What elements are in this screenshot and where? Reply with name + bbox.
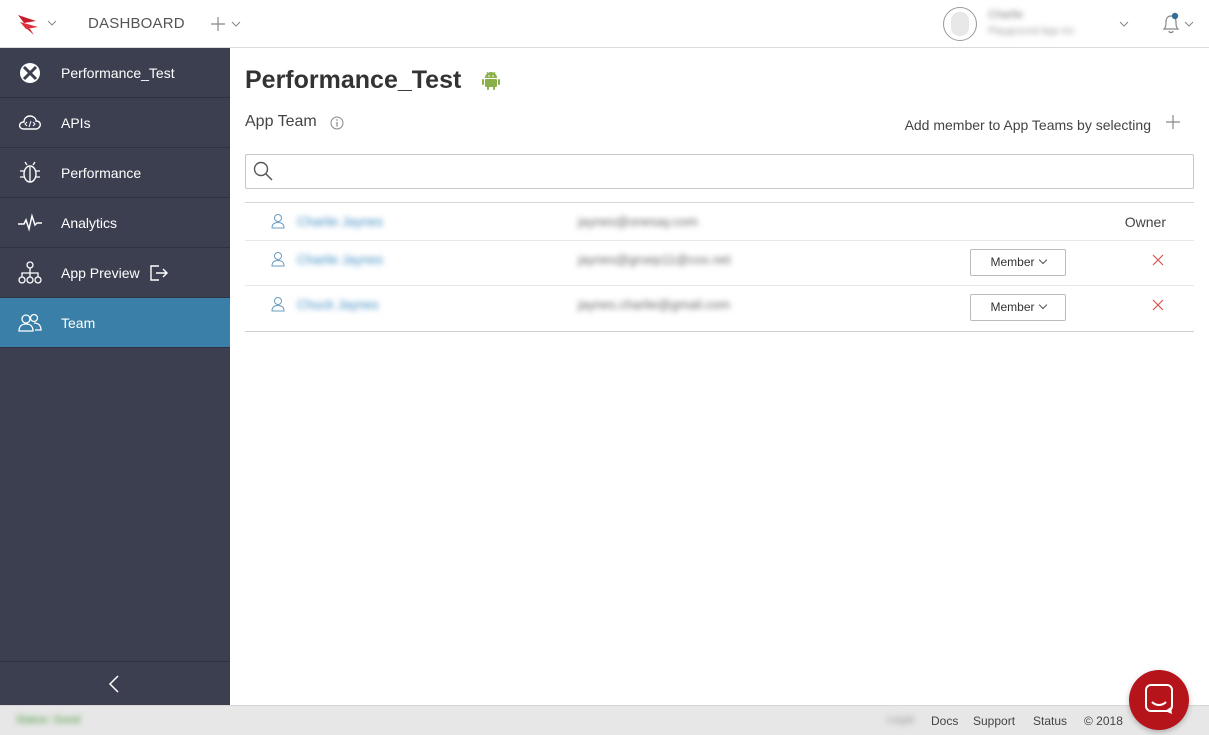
chevron-left-icon[interactable]: [108, 674, 120, 694]
chevron-down-icon[interactable]: [231, 20, 241, 28]
role-dropdown[interactable]: Member: [970, 294, 1066, 321]
role-dropdown-value: Member: [990, 300, 1035, 314]
footer: Status: Good Legal Docs Support Status ©…: [0, 705, 1209, 735]
role-dropdown[interactable]: Member: [970, 249, 1066, 276]
sidebar-item-apis[interactable]: APIs: [0, 98, 230, 148]
person-icon: [271, 214, 285, 229]
chevron-down-icon[interactable]: [47, 19, 57, 27]
sidebar-item-label: Analytics: [61, 215, 118, 231]
member-email: jaynes@onesay.com: [578, 214, 698, 229]
brand-logo-icon[interactable]: [16, 11, 42, 37]
user-org: Playground App Inc: [988, 26, 1075, 37]
person-icon: [271, 252, 285, 267]
add-member-button[interactable]: [1165, 114, 1181, 130]
docs-link[interactable]: Docs: [931, 714, 958, 728]
member-name[interactable]: Charlie Jaynes: [297, 252, 383, 267]
chat-launcher-button[interactable]: [1129, 670, 1189, 730]
avatar[interactable]: [943, 7, 977, 41]
member-email: jaynes@groep11@cox.net: [578, 252, 731, 267]
footer-link[interactable]: Legal: [887, 714, 914, 726]
member-email: jaynes.charlie@gmail.com: [578, 297, 730, 312]
section-title: App Team: [245, 113, 317, 130]
pulse-icon: [18, 213, 42, 232]
search-icon: [253, 161, 273, 181]
cloud-code-icon: [18, 115, 41, 130]
sidebar: Performance_Test APIs Performance Analyt…: [0, 48, 230, 705]
status-link[interactable]: Status: [1033, 714, 1067, 728]
remove-member-icon[interactable]: [1152, 299, 1164, 311]
table-row: Charlie Jaynes jaynes@groep11@cox.net Me…: [245, 241, 1194, 286]
remove-member-icon[interactable]: [1152, 254, 1164, 266]
chevron-down-icon: [1038, 255, 1047, 265]
sidebar-item-label: App Preview: [61, 265, 140, 281]
android-icon: [482, 71, 500, 90]
sidebar-item-label: APIs: [61, 115, 91, 131]
dashboard-link[interactable]: DASHBOARD: [88, 15, 185, 32]
sidebar-item-performance-test[interactable]: Performance_Test: [0, 48, 230, 98]
sidebar-item-app-preview[interactable]: App Preview: [0, 248, 230, 298]
system-status-label[interactable]: Status: Good: [16, 714, 80, 726]
chevron-down-icon[interactable]: [1119, 20, 1129, 28]
chevron-down-icon[interactable]: [1184, 20, 1194, 28]
sidebar-collapse-button[interactable]: [0, 661, 230, 705]
sidebar-item-label: Performance_Test: [61, 65, 175, 81]
sidebar-item-performance[interactable]: Performance: [0, 148, 230, 198]
member-name[interactable]: Chuck Jaynes: [297, 297, 379, 312]
member-name[interactable]: Charlie Jaynes: [297, 214, 383, 229]
page-title: Performance_Test: [245, 66, 462, 94]
sidebar-item-label: Performance: [61, 165, 142, 181]
person-icon: [271, 297, 285, 312]
sidebar-item-label: Team: [61, 315, 96, 331]
chat-icon: [1145, 684, 1173, 714]
add-member-label: Add member to App Teams by selecting: [904, 117, 1151, 133]
member-role: Owner: [1124, 214, 1166, 230]
support-link[interactable]: Support: [973, 714, 1015, 728]
user-name[interactable]: Charlie: [988, 9, 1023, 21]
app-icon: [20, 63, 40, 83]
external-link-icon[interactable]: [149, 264, 169, 282]
bell-icon[interactable]: [1160, 12, 1182, 36]
search-input[interactable]: [282, 159, 1182, 184]
chevron-down-icon: [1038, 300, 1047, 310]
search-box: [245, 154, 1194, 189]
users-icon: [18, 313, 42, 332]
team-members-table: Charlie Jaynes jaynes@onesay.com Owner C…: [245, 202, 1194, 332]
table-row: Chuck Jaynes jaynes.charlie@gmail.com Me…: [245, 286, 1194, 331]
role-dropdown-value: Member: [990, 255, 1035, 269]
sidebar-item-team[interactable]: Team: [0, 298, 230, 348]
add-icon[interactable]: [210, 16, 226, 32]
bug-icon: [20, 161, 40, 183]
sidebar-item-analytics[interactable]: Analytics: [0, 198, 230, 248]
copyright: © 2018: [1084, 714, 1123, 728]
top-bar: DASHBOARD Charlie Playground App Inc: [0, 0, 1209, 48]
info-icon[interactable]: [330, 116, 344, 130]
table-row: Charlie Jaynes jaynes@onesay.com Owner: [245, 203, 1194, 241]
sitemap-icon: [18, 261, 42, 284]
